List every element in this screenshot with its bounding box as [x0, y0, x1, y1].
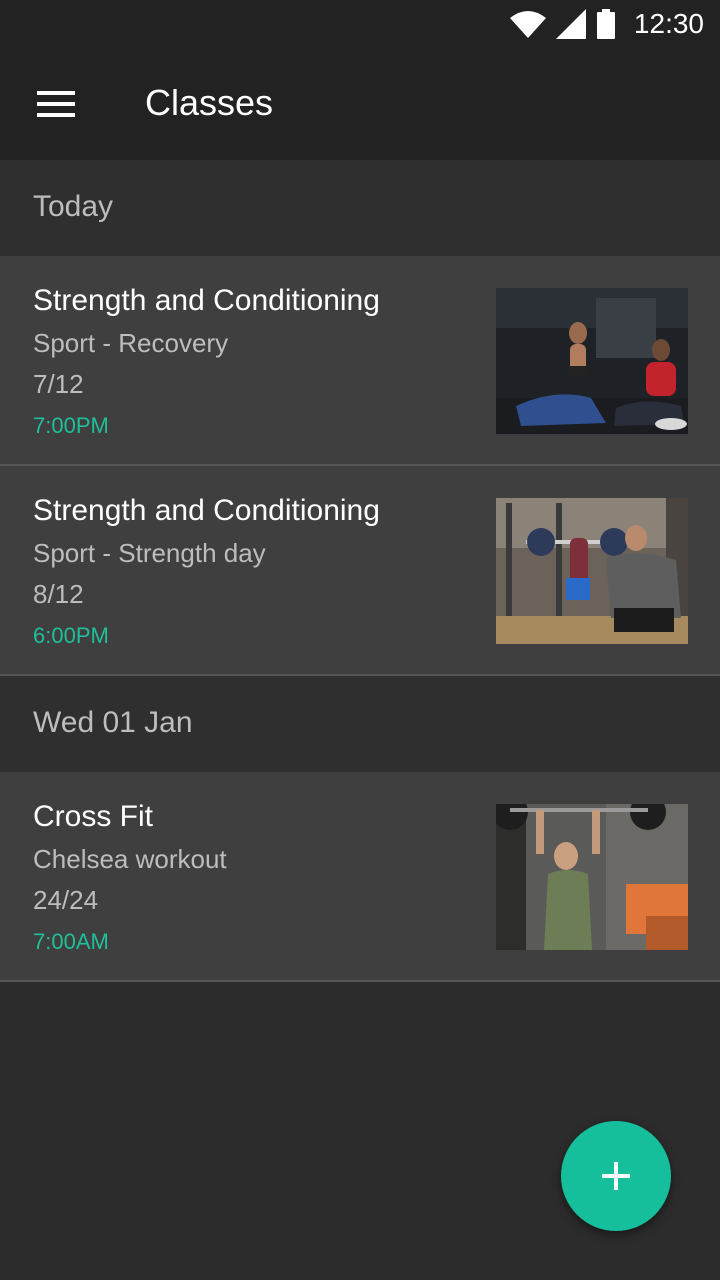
strength-coach-photo [496, 498, 688, 644]
class-card[interactable]: Cross Fit Chelsea workout 24/24 7:00AM [0, 772, 720, 982]
crossfit-overhead-lift-photo [496, 804, 688, 950]
signal-icon [555, 9, 586, 39]
section-header-today: Today [0, 160, 720, 256]
class-capacity: 8/12 [33, 579, 84, 609]
class-capacity: 24/24 [33, 885, 99, 915]
plus-icon [602, 1162, 630, 1190]
status-bar: 12:30 [0, 0, 720, 48]
class-capacity: 7/12 [33, 369, 84, 399]
wifi-icon [509, 11, 546, 38]
battery-icon [596, 9, 615, 39]
section-header-label: Today [33, 190, 114, 223]
add-class-button[interactable] [561, 1121, 671, 1231]
class-title: Cross Fit [33, 800, 153, 833]
recovery-stretching-photo [496, 288, 688, 434]
hamburger-menu-icon [37, 91, 75, 117]
app-bar: Classes [0, 48, 720, 160]
class-subtitle: Sport - Strength day [33, 538, 266, 568]
status-icons: 12:30 [509, 6, 704, 42]
class-title: Strength and Conditioning [33, 284, 380, 317]
class-title: Strength and Conditioning [33, 494, 380, 527]
page-title: Classes [145, 82, 274, 123]
section-header-wed-01-jan: Wed 01 Jan [0, 676, 720, 772]
class-time: 6:00PM [33, 623, 109, 648]
class-card[interactable]: Strength and Conditioning Sport - Streng… [0, 466, 720, 676]
section-header-label: Wed 01 Jan [33, 706, 193, 739]
class-time: 7:00AM [33, 929, 109, 954]
class-card[interactable]: Strength and Conditioning Sport - Recove… [0, 256, 720, 466]
menu-button[interactable] [22, 74, 90, 134]
class-time: 7:00PM [33, 413, 109, 438]
status-time: 12:30 [633, 8, 704, 39]
class-subtitle: Chelsea workout [33, 844, 227, 874]
class-subtitle: Sport - Recovery [33, 328, 229, 358]
